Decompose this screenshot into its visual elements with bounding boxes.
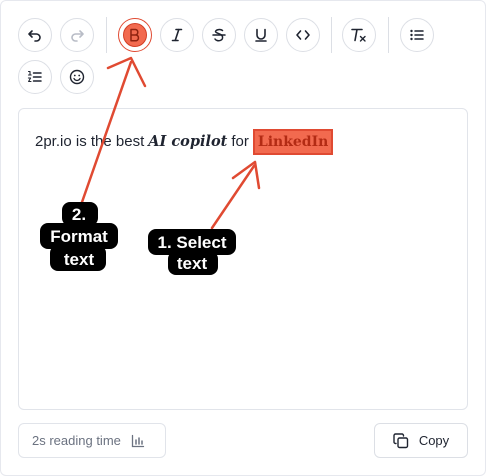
- toolbar-divider: [106, 17, 107, 53]
- emoji-button[interactable]: [60, 60, 94, 94]
- underline-icon: [255, 28, 267, 42]
- emoji-icon: [69, 69, 85, 85]
- reading-time-badge: 2s reading time: [18, 423, 166, 458]
- copy-icon: [393, 432, 409, 448]
- redo-button[interactable]: [60, 18, 94, 52]
- italic-button[interactable]: [160, 18, 194, 52]
- copy-button[interactable]: Copy: [374, 423, 468, 458]
- undo-icon: [28, 30, 41, 42]
- numbered-list-icon: [27, 70, 42, 83]
- strikethrough-button[interactable]: [202, 18, 236, 52]
- code-icon: [296, 30, 310, 40]
- italic-bold-text: AI copilot: [148, 133, 228, 150]
- underline-button[interactable]: [244, 18, 278, 52]
- code-button[interactable]: [286, 18, 320, 52]
- numbered-list-button[interactable]: [18, 60, 52, 94]
- editor-text: for: [231, 133, 249, 150]
- callout-text: text: [176, 254, 208, 273]
- bullet-list-icon: [410, 29, 424, 41]
- bullet-list-button[interactable]: [400, 18, 434, 52]
- selected-text[interactable]: LinkedIn: [252, 129, 334, 155]
- callout-text: 1. Select: [157, 233, 227, 252]
- italic-icon: [171, 28, 183, 42]
- bold-button[interactable]: [118, 18, 152, 52]
- clear-format-icon: [351, 28, 366, 42]
- callout-text: 2.: [71, 205, 87, 224]
- copy-label: Copy: [418, 433, 450, 448]
- callout-text: text: [63, 250, 95, 269]
- undo-button[interactable]: [18, 18, 52, 52]
- bar-chart-icon: [131, 434, 145, 447]
- bold-icon: [123, 23, 147, 47]
- reading-time-text: 2s reading time: [32, 433, 121, 448]
- editor-text: 2pr.io is the best: [35, 133, 145, 150]
- editor-paragraph: 2pr.io is the best AI copilot for Linked…: [35, 129, 334, 155]
- strikethrough-icon: [212, 28, 226, 42]
- clear-formatting-button[interactable]: [342, 18, 376, 52]
- toolbar-divider: [388, 17, 389, 53]
- callout-text: Format: [50, 227, 108, 246]
- toolbar-divider: [331, 17, 332, 53]
- redo-icon: [71, 30, 84, 42]
